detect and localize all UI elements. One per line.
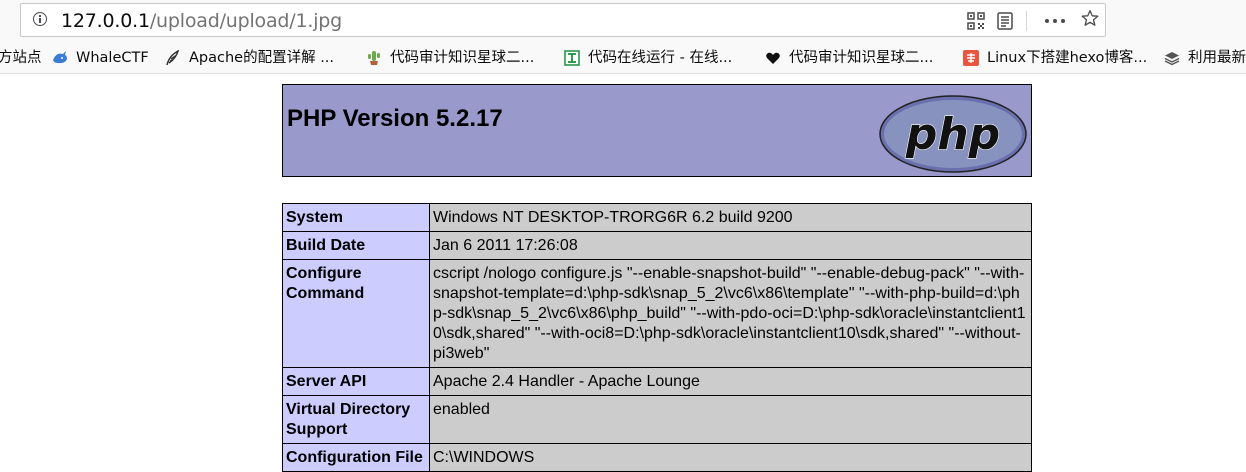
url-text[interactable]: 127.0.0.1/upload/upload/1.jpg [61, 10, 342, 32]
bookmark-label: 代码审计知识星球二... [390, 50, 535, 66]
feather-icon [166, 50, 180, 66]
table-row: Virtual Directory Support enabled [282, 395, 1032, 444]
whale-icon [53, 51, 67, 64]
urlbar-separator [1026, 11, 1027, 31]
table-row: Configuration File C:\WINDOWS [282, 443, 1032, 472]
url-path: /upload/upload/1.jpg [149, 10, 343, 32]
bookmark-label: 代码审计知识星球二... [789, 50, 934, 66]
row-value: Jan 6 2011 17:26:08 [429, 231, 1032, 260]
php-info-table: System Windows NT DESKTOP-TRORG6R 6.2 bu… [282, 203, 1032, 472]
bookmarks-toolbar: 方站点 WhaleCTF Apache的配置详解 ... 代码审计知识星球二..… [0, 44, 1246, 72]
bookmark-item[interactable]: 代码审计知识星球二... [366, 48, 534, 68]
more-icon[interactable] [1043, 12, 1067, 30]
bookmark-label: 代码在线运行 - 在线... [588, 50, 733, 66]
row-value: cscript /nologo configure.js "--enable-s… [429, 259, 1032, 368]
bookmark-item[interactable]: 方站点 [0, 48, 42, 68]
php-logo[interactable]: php [878, 94, 1028, 174]
row-value: Apache 2.4 Handler - Apache Lounge [429, 367, 1032, 396]
page-title: PHP Version 5.2.17 [287, 105, 503, 132]
cactus-icon [368, 51, 380, 65]
bookmark-item[interactable]: 利用最新 [1164, 48, 1246, 68]
star-icon[interactable] [1079, 9, 1101, 27]
bookmark-label: 利用最新 [1188, 50, 1246, 66]
svg-text:php: php [905, 109, 1000, 160]
row-key: Configure Command [282, 259, 430, 368]
jian-icon [963, 50, 979, 66]
row-value: C:\WINDOWS [429, 443, 1032, 472]
qr-code-icon[interactable] [967, 12, 985, 30]
bookmark-label: Apache的配置详解 ... [189, 50, 335, 66]
info-icon[interactable] [33, 12, 47, 26]
php-header: PHP Version 5.2.17 php [282, 84, 1032, 177]
bookmark-item[interactable]: WhaleCTF [52, 48, 149, 68]
browser-toolbar: 127.0.0.1/upload/upload/1.jpg 方站点 WhaleC… [0, 0, 1246, 74]
table-row: Server API Apache 2.4 Handler - Apache L… [282, 367, 1032, 396]
url-host: 127.0.0.1 [61, 10, 150, 32]
table-row: System Windows NT DESKTOP-TRORG6R 6.2 bu… [282, 203, 1032, 232]
row-key: Virtual Directory Support [282, 395, 430, 444]
row-key: Configuration File [282, 443, 430, 472]
table-row: Build Date Jan 6 2011 17:26:08 [282, 231, 1032, 260]
row-key: Build Date [282, 231, 430, 260]
bookmark-label: Linux下搭建hexo博客... [987, 50, 1148, 66]
bookmark-item[interactable]: Linux下搭建hexo博客... [963, 48, 1147, 68]
reader-view-icon[interactable] [996, 12, 1014, 30]
table-row: Configure Command cscript /nologo config… [282, 259, 1032, 368]
bookmark-item[interactable]: Apache的配置详解 ... [165, 48, 334, 68]
bookmark-label: 方站点 [0, 50, 42, 66]
row-key: System [282, 203, 430, 232]
tool-icon [564, 50, 580, 66]
stack-icon [1164, 52, 1180, 66]
row-key: Server API [282, 367, 430, 396]
heart-icon [766, 52, 780, 64]
bookmark-item[interactable]: 代码在线运行 - 在线... [564, 48, 732, 68]
address-bar[interactable]: 127.0.0.1/upload/upload/1.jpg [20, 3, 1106, 37]
row-value: Windows NT DESKTOP-TRORG6R 6.2 build 920… [429, 203, 1032, 232]
row-value: enabled [429, 395, 1032, 444]
bookmark-item[interactable]: 代码审计知识星球二... [765, 48, 933, 68]
bookmark-label: WhaleCTF [76, 50, 149, 66]
